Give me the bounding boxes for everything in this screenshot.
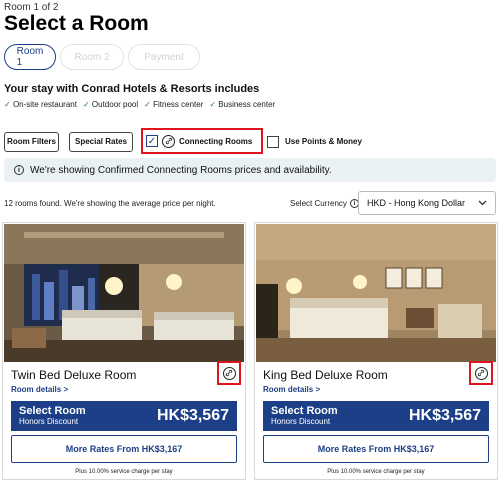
more-rates-button[interactable]: More Rates From HK$3,167	[263, 435, 489, 463]
room-filters-button[interactable]: Room Filters	[4, 131, 59, 152]
room-photo[interactable]	[4, 224, 244, 362]
tab-room-2: Room 2	[60, 44, 124, 70]
room-name: Twin Bed Deluxe Room	[11, 368, 137, 382]
checkmark-icon: ✓	[144, 100, 151, 109]
link-icon	[162, 134, 175, 148]
room-price: HK$3,567	[156, 407, 229, 424]
discount-label: Honors Discount	[19, 416, 79, 426]
includes-title: Your stay with Conrad Hotels & Resorts i…	[4, 83, 260, 95]
amenity-item: ✓ Fitness center	[144, 100, 204, 109]
page-title: Select a Room	[4, 12, 149, 35]
room-details-link[interactable]: Room details >	[11, 385, 68, 394]
amenity-item: ✓ Business center	[209, 100, 276, 109]
filter-bar: Room Filters Special Rates ✓ Connecting …	[4, 128, 362, 154]
use-points-toggle[interactable]: Use Points & Money	[267, 135, 362, 148]
tab-payment: Payment	[128, 44, 200, 70]
room-tabs: Room 1 Room 2 Payment	[4, 44, 200, 70]
select-room-button[interactable]: Select Room Honors Discount HK$3,567	[263, 401, 489, 431]
special-rates-button[interactable]: Special Rates	[69, 131, 133, 152]
banner-text: We're showing Confirmed Connecting Rooms…	[30, 164, 332, 176]
connecting-rooms-checkbox[interactable]: ✓	[146, 135, 158, 147]
amenities-list: ✓ On-site restaurant ✓ Outdoor pool ✓ Fi…	[4, 100, 275, 109]
select-room-label: Select Room	[271, 404, 338, 417]
more-rates-button[interactable]: More Rates From HK$3,167	[11, 435, 237, 463]
service-charge-note: Plus 10.00% service charge per stay	[75, 469, 173, 475]
room-details-link[interactable]: Room details >	[263, 385, 320, 394]
info-icon: i	[14, 165, 24, 175]
currency-label: Select Currency i	[290, 199, 359, 208]
currency-select[interactable]: HKD - Hong Kong Dollar	[358, 191, 496, 215]
currency-value: HKD - Hong Kong Dollar	[367, 198, 466, 208]
checkmark-icon: ✓	[82, 100, 90, 109]
connecting-room-indicator	[217, 361, 241, 385]
connecting-rooms-toggle[interactable]: ✓ Connecting Rooms	[141, 128, 263, 154]
results-summary: 12 rooms found. We're showing the averag…	[4, 199, 216, 208]
connecting-rooms-label: Connecting Rooms	[179, 136, 253, 146]
room-card: King Bed Deluxe Room Room details > Sele…	[254, 222, 498, 480]
tab-room-1[interactable]: Room 1	[4, 44, 56, 70]
info-banner: i We're showing Confirmed Connecting Roo…	[4, 158, 496, 182]
checkmark-icon: ✓	[4, 100, 11, 109]
room-price: HK$3,567	[408, 407, 481, 424]
select-room-labels: Select Room Honors Discount	[271, 404, 338, 427]
link-icon	[222, 366, 236, 380]
link-icon	[474, 366, 488, 380]
checkmark-icon: ✓	[209, 100, 217, 109]
service-charge-note: Plus 10.00% service charge per stay	[327, 469, 425, 475]
amenity-item: ✓ On-site restaurant	[4, 100, 77, 109]
use-points-label: Use Points & Money	[285, 137, 362, 146]
room-card: Twin Bed Deluxe Room Room details > Sele…	[2, 222, 246, 480]
select-room-label: Select Room	[19, 404, 86, 417]
room-name: King Bed Deluxe Room	[263, 368, 388, 382]
amenity-item: ✓ Outdoor pool	[82, 100, 139, 109]
connecting-room-indicator	[469, 361, 493, 385]
chevron-down-icon	[478, 198, 487, 208]
use-points-checkbox[interactable]	[267, 135, 279, 148]
select-room-labels: Select Room Honors Discount	[19, 404, 86, 427]
room-photo[interactable]	[256, 224, 496, 362]
select-room-button[interactable]: Select Room Honors Discount HK$3,567	[11, 401, 237, 431]
discount-label: Honors Discount	[271, 416, 331, 426]
